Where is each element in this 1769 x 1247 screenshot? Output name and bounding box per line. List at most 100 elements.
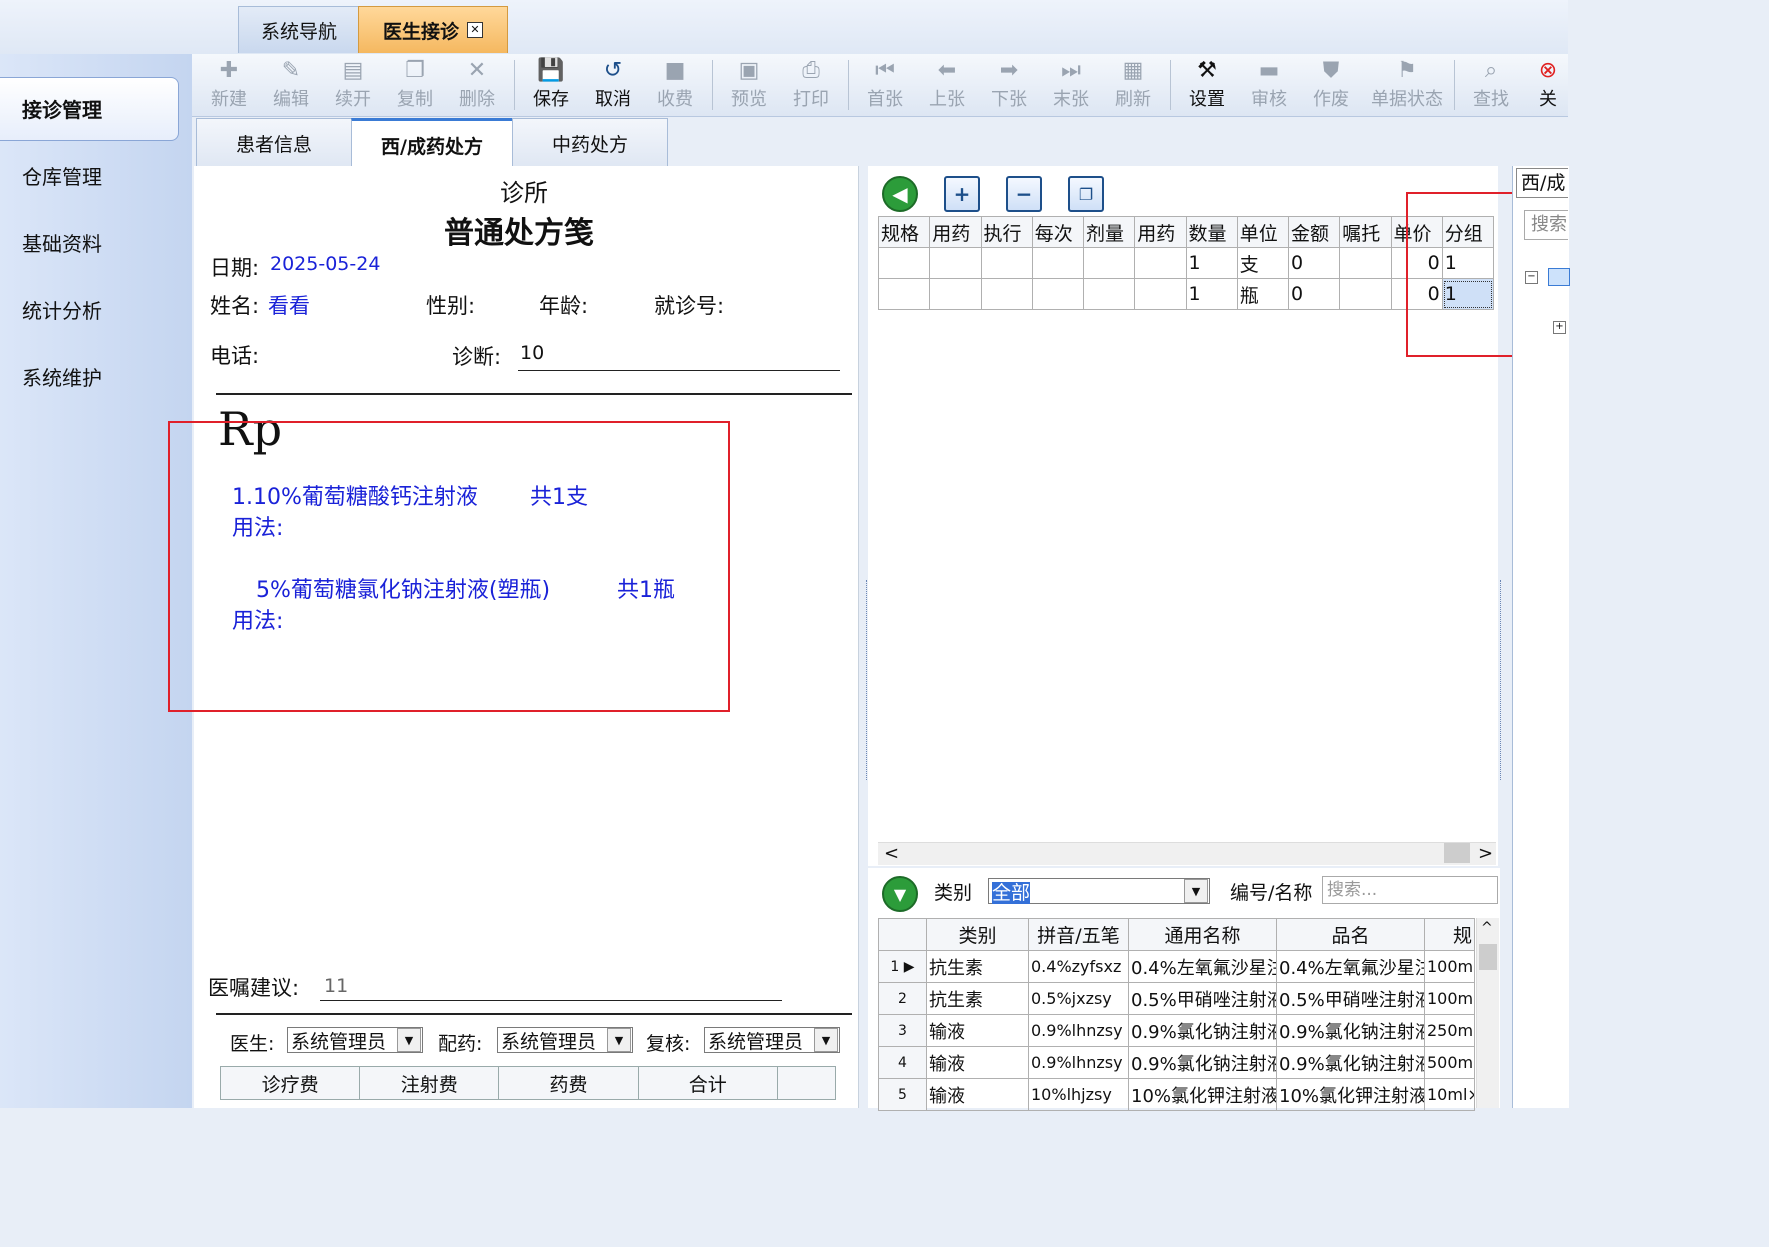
drug-col-header[interactable]: 规 xyxy=(1424,918,1475,951)
doctor-select[interactable]: 系统管理员 ▼ xyxy=(287,1027,423,1053)
void-button[interactable]: ⛊ 作废 xyxy=(1306,54,1356,116)
tab-patient-info[interactable]: 患者信息 xyxy=(196,118,352,168)
table-row[interactable]: 5 输液 10%lhjzsy 10%氯化钾注射液 10%氯化钾注射液 10ml× xyxy=(878,1078,1475,1111)
cell[interactable]: 10%lhjzsy xyxy=(1028,1078,1129,1111)
cell[interactable]: 0.5%jxzsy xyxy=(1028,982,1129,1015)
cell[interactable]: 100ml xyxy=(1424,950,1475,983)
cell[interactable]: 0.9%氯化钠注射液(塑瓶) xyxy=(1128,1046,1277,1079)
drug-col-header[interactable]: 通用名称 xyxy=(1128,918,1277,951)
cell[interactable] xyxy=(1339,278,1392,310)
cell[interactable]: 0 xyxy=(1287,247,1341,279)
cell[interactable] xyxy=(877,278,931,310)
close-button[interactable]: ⊗ 关 xyxy=(1528,54,1568,116)
table-row[interactable]: 1 ▶ 抗生素 0.4%zyfsxz 0.4%左氧氟沙星注射液 0.4%左氧氟沙… xyxy=(878,950,1475,983)
vertical-scrollbar[interactable]: ^ xyxy=(1476,918,1499,1108)
go-down-icon[interactable]: ▼ xyxy=(882,876,918,912)
tab-system-nav[interactable]: 系统导航 xyxy=(238,6,360,53)
edit-button[interactable]: ✎ 编辑 xyxy=(266,54,316,116)
continue-button[interactable]: ▤ 续开 xyxy=(328,54,378,116)
cell[interactable]: 500ml xyxy=(1424,1046,1475,1079)
charge-button[interactable]: ■ 收费 xyxy=(650,54,700,116)
cell[interactable]: 输液 xyxy=(926,1046,1029,1079)
right-panel-search[interactable]: 搜索 xyxy=(1524,210,1568,240)
cell[interactable] xyxy=(1339,247,1392,279)
scroll-right-icon[interactable]: > xyxy=(1478,843,1493,864)
right-panel-tab[interactable]: 西/成 xyxy=(1516,168,1568,198)
cell[interactable]: 0.4%zyfsxz xyxy=(1028,950,1129,983)
scroll-left-icon[interactable]: < xyxy=(884,843,899,864)
save-button[interactable]: 💾 保存 xyxy=(526,54,576,116)
drug-col-header[interactable]: 品名 xyxy=(1276,918,1425,951)
preview-button[interactable]: ▣ 预览 xyxy=(724,54,774,116)
cell[interactable]: 输液 xyxy=(926,1078,1029,1111)
cell[interactable]: 0.5%甲硝唑注射液 xyxy=(1276,982,1425,1015)
table-row[interactable]: 2 抗生素 0.5%jxzsy 0.5%甲硝唑注射液 0.5%甲硝唑注射液 10… xyxy=(878,982,1475,1015)
scroll-up-icon[interactable]: ^ xyxy=(1481,920,1493,936)
tree-expand-icon[interactable]: + xyxy=(1553,321,1566,334)
new-button[interactable]: ✚ 新建 xyxy=(204,54,254,116)
cancel-button[interactable]: ↺ 取消 xyxy=(588,54,638,116)
cell[interactable] xyxy=(1134,247,1187,279)
drug-col-header[interactable]: 拼音/五笔 xyxy=(1028,918,1129,951)
category-select[interactable]: 全部 ▼ xyxy=(988,878,1210,904)
add-row-icon[interactable]: + xyxy=(944,176,980,212)
cell[interactable]: 抗生素 xyxy=(926,950,1029,983)
review-select[interactable]: 系统管理员 ▼ xyxy=(704,1027,840,1053)
sidebar-item-stats[interactable]: 统计分析 xyxy=(22,284,182,334)
cell[interactable]: 10ml× xyxy=(1424,1078,1475,1111)
cell[interactable] xyxy=(1031,247,1085,279)
sidebar-item-maintenance[interactable]: 系统维护 xyxy=(22,351,182,401)
table-row[interactable]: 1 支 0 0 1 xyxy=(877,247,1495,279)
drug-col-header[interactable]: 类别 xyxy=(926,918,1029,951)
cell[interactable] xyxy=(1134,278,1187,310)
scroll-thumb[interactable] xyxy=(1444,843,1470,863)
close-icon[interactable]: ✕ xyxy=(467,22,483,38)
cell[interactable] xyxy=(877,247,931,279)
cell[interactable]: 1 xyxy=(1185,247,1238,279)
tree-collapse-icon[interactable]: − xyxy=(1525,271,1538,284)
remove-row-icon[interactable]: − xyxy=(1006,176,1042,212)
tab-western-rx[interactable]: 西/成药处方 xyxy=(351,118,513,170)
table-row[interactable]: 4 输液 0.9%lhnzsy 0.9%氯化钠注射液(塑瓶) 0.9%氯化钠注射… xyxy=(878,1046,1475,1079)
print-button[interactable]: ⎙ 打印 xyxy=(786,54,836,116)
doc-status-button[interactable]: ⚑ 单据状态 xyxy=(1362,54,1452,116)
cell[interactable]: 支 xyxy=(1236,247,1290,279)
cell[interactable]: 10%氯化钾注射液 xyxy=(1128,1078,1277,1111)
cell[interactable]: 0.9%lhnzsy xyxy=(1028,1046,1129,1079)
table-row[interactable]: 1 瓶 0 0 1 xyxy=(877,278,1495,310)
cell[interactable]: 瓶 xyxy=(1236,278,1290,310)
tab-doctor-visit[interactable]: 医生接诊 ✕ xyxy=(358,6,508,53)
cell[interactable]: 10%氯化钾注射液 xyxy=(1276,1078,1425,1111)
scroll-thumb[interactable] xyxy=(1479,944,1497,970)
cell[interactable]: 抗生素 xyxy=(926,982,1029,1015)
review-button[interactable]: ▬ 审核 xyxy=(1244,54,1294,116)
dispense-select[interactable]: 系统管理员 ▼ xyxy=(497,1027,633,1053)
cell[interactable]: 0.9%氯化钠注射液 xyxy=(1128,1014,1277,1047)
horizontal-scrollbar[interactable]: < > xyxy=(878,842,1496,865)
sidebar-item-warehouse[interactable]: 仓库管理 xyxy=(22,150,182,200)
last-button[interactable]: ⏭ 末张 xyxy=(1046,54,1096,116)
splitter-handle[interactable] xyxy=(1500,580,1509,780)
cell[interactable]: 0.9%lhnzsy xyxy=(1028,1014,1129,1047)
next-button[interactable]: ➡ 下张 xyxy=(984,54,1034,116)
cell[interactable]: 250ml xyxy=(1424,1014,1475,1047)
tab-chinese-rx[interactable]: 中药处方 xyxy=(512,118,668,168)
sidebar-item-basics[interactable]: 基础资料 xyxy=(22,217,182,267)
cell[interactable] xyxy=(1031,278,1085,310)
refresh-button[interactable]: ▦ 刷新 xyxy=(1108,54,1158,116)
first-button[interactable]: ⏮ 首张 xyxy=(860,54,910,116)
copy-button[interactable]: ❐ 复制 xyxy=(390,54,440,116)
cell[interactable]: 1 xyxy=(1185,278,1238,310)
table-row[interactable]: 3 输液 0.9%lhnzsy 0.9%氯化钠注射液 0.9%氯化钠注射液 25… xyxy=(878,1014,1475,1047)
delete-button[interactable]: ✕ 删除 xyxy=(452,54,502,116)
cell[interactable]: 0.9%氯化钠注射液(塑瓶) xyxy=(1276,1046,1425,1079)
cell[interactable]: 0.4%左氧氟沙星注射液 xyxy=(1128,950,1277,983)
cell[interactable] xyxy=(980,278,1033,310)
drug-search-input[interactable]: 搜索... xyxy=(1322,876,1498,904)
cell[interactable]: 0 xyxy=(1287,278,1341,310)
cell[interactable] xyxy=(980,247,1033,279)
cell[interactable]: 0.5%甲硝唑注射液 xyxy=(1128,982,1277,1015)
clipboard-icon[interactable]: ❐ xyxy=(1068,176,1104,212)
cell[interactable]: 0.9%氯化钠注射液 xyxy=(1276,1014,1425,1047)
cell[interactable] xyxy=(1082,278,1136,310)
